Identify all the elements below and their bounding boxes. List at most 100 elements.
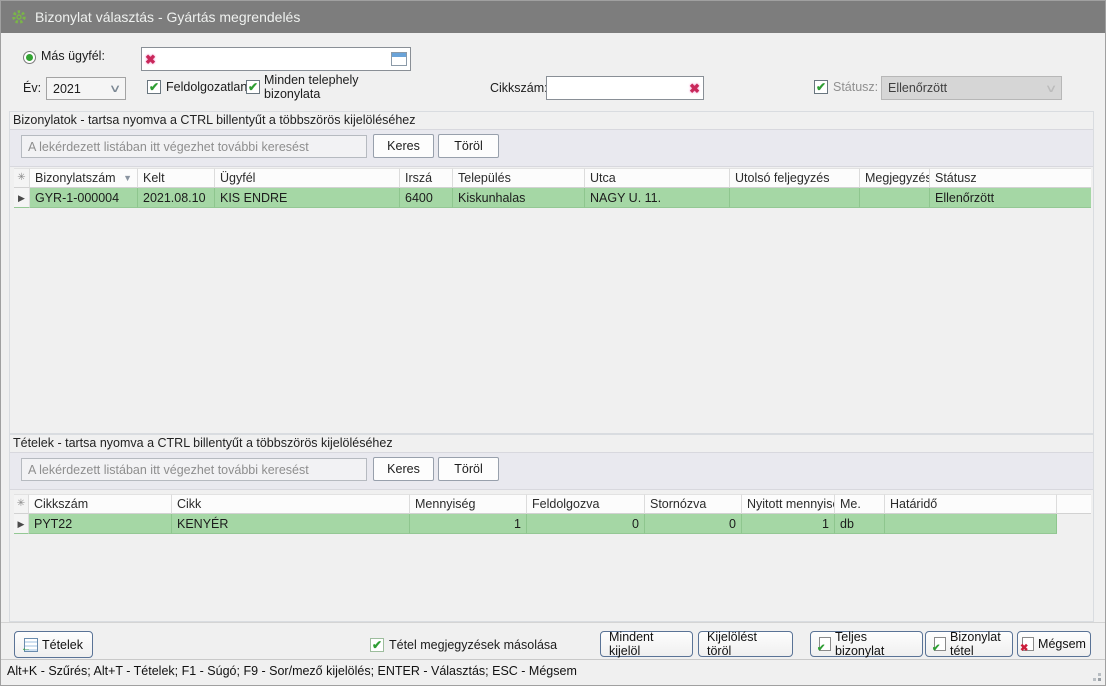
document-x-icon: ✖ <box>1022 637 1034 651</box>
cell-utolso-feljegyzes[interactable] <box>730 188 860 208</box>
cell-utca[interactable]: NAGY U. 11. <box>585 188 730 208</box>
cell-megjegyzes[interactable] <box>860 188 930 208</box>
year-label: Év: <box>23 81 41 95</box>
documents-table-row[interactable]: ▶ GYR-1-000004 2021.08.10 KIS ENDRE 6400… <box>14 188 1091 208</box>
document-item-button[interactable]: ✔ Bizonylat tétel <box>925 631 1013 657</box>
all-sites-label: Minden telephely bizonylata <box>264 73 376 101</box>
column-header-statusz[interactable]: Státusz <box>930 168 1091 188</box>
cell-statusz[interactable]: Ellenőrzött <box>930 188 1091 208</box>
select-all-corner[interactable]: ✳ <box>14 168 30 188</box>
app-gear-icon <box>11 9 27 25</box>
cell-me[interactable]: db <box>835 514 885 534</box>
column-header-stornozva[interactable]: Stornózva <box>645 494 742 514</box>
cell-ugyfel[interactable]: KIS ENDRE <box>215 188 400 208</box>
customer-lookup-icon[interactable] <box>391 52 407 66</box>
chevron-down-icon: ∨ <box>109 82 122 95</box>
column-header-utca[interactable]: Utca <box>585 168 730 188</box>
cell-feldolgozva[interactable]: 0 <box>527 514 645 534</box>
unprocessed-checkbox[interactable]: ✔ <box>147 80 161 94</box>
check-icon: ✔ <box>371 639 383 651</box>
column-header-bizonylatszam[interactable]: Bizonylatszám ▼ <box>30 168 138 188</box>
select-all-button[interactable]: Mindent kijelöl <box>600 631 693 657</box>
column-header-mennyiseg[interactable]: Mennyiség <box>410 494 527 514</box>
column-header-me[interactable]: Me. <box>835 494 885 514</box>
documents-table: ✳ Bizonylatszám ▼ Kelt Ügyfél Irszá Tele… <box>14 168 1091 208</box>
column-header-kelt[interactable]: Kelt <box>138 168 215 188</box>
cell-telepules[interactable]: Kiskunhalas <box>453 188 585 208</box>
column-header-ugyfel[interactable]: Ügyfél <box>215 168 400 188</box>
documents-search-field[interactable] <box>21 135 367 158</box>
column-header-telepules[interactable]: Település <box>453 168 585 188</box>
year-select[interactable]: 2021 ∨ <box>46 77 126 100</box>
check-icon: ✔ <box>247 81 259 93</box>
other-customer-label: Más ügyfél: <box>41 49 105 63</box>
item-number-field[interactable]: ✖ <box>546 76 704 100</box>
item-number-label: Cikkszám: <box>490 81 548 95</box>
asterisk-icon: ✳ <box>14 168 29 188</box>
cell-cikkszam[interactable]: PYT22 <box>29 514 172 534</box>
unprocessed-label: Feldolgozatlan <box>166 80 247 94</box>
resize-grip[interactable] <box>1098 678 1101 681</box>
other-customer-field[interactable]: ✖ <box>141 47 411 71</box>
column-header-irsza[interactable]: Irszá <box>400 168 453 188</box>
items-header-row: ✳ Cikkszám Cikk Mennyiség Feldolgozva St… <box>14 494 1091 514</box>
cell-mennyiseg[interactable]: 1 <box>410 514 527 534</box>
items-section-title: Tételek - tartsa nyomva a CTRL billentyű… <box>13 436 393 450</box>
cell-irsza[interactable]: 6400 <box>400 188 453 208</box>
items-search-field[interactable] <box>21 458 367 481</box>
clear-selection-button[interactable]: Kijelölést töröl <box>698 631 793 657</box>
select-all-corner[interactable]: ✳ <box>14 494 29 514</box>
asterisk-icon: ✳ <box>14 494 28 514</box>
items-table-row[interactable]: ▶ PYT22 KENYÉR 1 0 0 1 db <box>14 514 1091 534</box>
item-number-input[interactable] <box>547 81 686 95</box>
full-document-button[interactable]: ✔ Teljes bizonylat <box>810 631 923 657</box>
column-header-cikkszam[interactable]: Cikkszám <box>29 494 172 514</box>
items-button[interactable]: ← Tételek <box>14 631 93 658</box>
cell-nyitott-mennyiseg[interactable]: 1 <box>742 514 835 534</box>
check-icon: ✔ <box>815 81 827 93</box>
documents-clear-button[interactable]: Töröl <box>438 134 499 158</box>
copy-item-notes-label: Tétel megjegyzések másolása <box>389 638 557 652</box>
cell-stornozva[interactable]: 0 <box>645 514 742 534</box>
items-clear-button[interactable]: Töröl <box>438 457 499 481</box>
clear-item-number-icon[interactable]: ✖ <box>686 82 703 95</box>
chevron-down-icon: ∨ <box>1045 82 1058 95</box>
items-search-input[interactable] <box>22 459 366 480</box>
status-label: Státusz: <box>833 80 878 94</box>
column-header-megjegyzes[interactable]: Megjegyzés <box>860 168 930 188</box>
status-bar: Alt+K - Szűrés; Alt+T - Tételek; F1 - Sú… <box>1 659 1105 685</box>
column-header-feldolgozva[interactable]: Feldolgozva <box>527 494 645 514</box>
status-select: Ellenőrzött ∨ <box>881 76 1062 100</box>
cell-cikk[interactable]: KENYÉR <box>172 514 410 534</box>
arrow-left-icon: ← <box>21 644 31 654</box>
cell-hatarido[interactable] <box>885 514 1057 534</box>
items-table: ✳ Cikkszám Cikk Mennyiség Feldolgozva St… <box>14 494 1091 534</box>
items-search-button[interactable]: Keres <box>373 457 434 481</box>
column-header-nyitott-mennyiseg[interactable]: Nyitott mennyiség <box>742 494 835 514</box>
documents-section: Bizonylatok - tartsa nyomva a CTRL bille… <box>9 111 1094 434</box>
status-filter-checkbox[interactable]: ✔ <box>814 80 828 94</box>
documents-search-button[interactable]: Keres <box>373 134 434 158</box>
all-sites-checkbox[interactable]: ✔ <box>246 80 260 94</box>
year-value: 2021 <box>53 82 81 96</box>
cell-bizonylatszam[interactable]: GYR-1-000004 <box>30 188 138 208</box>
column-header-hatarido[interactable]: Határidő <box>885 494 1057 514</box>
other-customer-radio[interactable] <box>23 51 36 64</box>
document-check-icon: ✔ <box>934 637 946 651</box>
row-arrow-icon: ▶ <box>14 188 30 208</box>
other-customer-input[interactable] <box>159 52 391 66</box>
items-section: Tételek - tartsa nyomva a CTRL billentyű… <box>9 434 1094 622</box>
cancel-button[interactable]: ✖ Mégsem <box>1017 631 1091 657</box>
documents-section-title: Bizonylatok - tartsa nyomva a CTRL bille… <box>13 113 416 127</box>
copy-item-notes-checkbox[interactable]: ✔ <box>370 638 384 652</box>
column-header-cikk[interactable]: Cikk <box>172 494 410 514</box>
clear-customer-icon[interactable]: ✖ <box>142 53 159 66</box>
documents-search-input[interactable] <box>22 136 366 157</box>
items-table-icon: ← <box>24 638 38 652</box>
cell-kelt[interactable]: 2021.08.10 <box>138 188 215 208</box>
status-value: Ellenőrzött <box>888 81 947 95</box>
header-filler <box>1057 494 1091 514</box>
documents-header-row: ✳ Bizonylatszám ▼ Kelt Ügyfél Irszá Tele… <box>14 168 1091 188</box>
bizonylat-valasztas-window: Bizonylat választás - Gyártás megrendelé… <box>0 0 1106 686</box>
column-header-utolso-feljegyzes[interactable]: Utolsó feljegyzés <box>730 168 860 188</box>
